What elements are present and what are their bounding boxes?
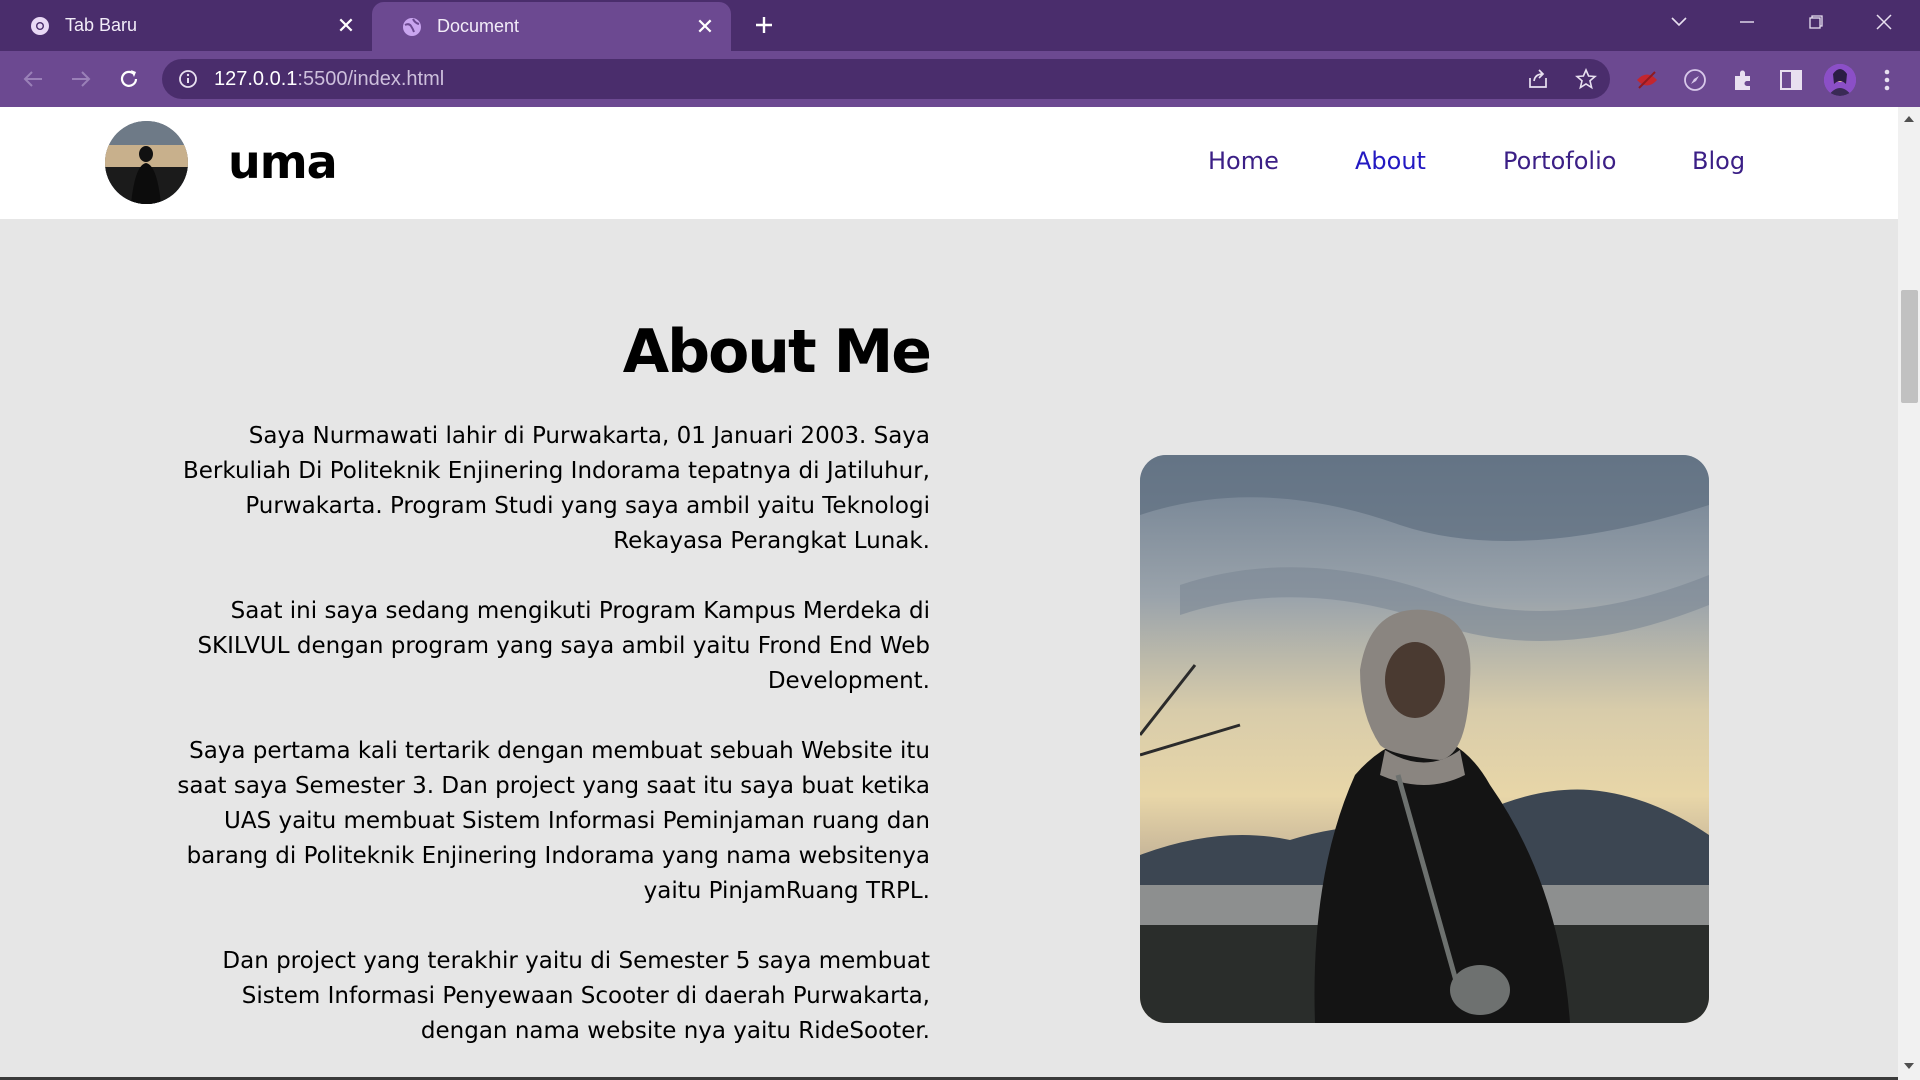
share-icon[interactable]	[1527, 68, 1549, 90]
tab-title: Document	[437, 16, 520, 36]
close-icon	[1876, 14, 1892, 30]
scroll-up-icon[interactable]	[1904, 115, 1914, 123]
minimize-icon	[1740, 21, 1754, 23]
about-paragraph: Dan project yang terakhir yaitu di Semes…	[222, 948, 930, 1044]
arrow-right-icon	[72, 71, 91, 87]
about-paragraph: Saya pertama kali tertarik dengan membua…	[177, 738, 930, 904]
new-tab-button[interactable]	[748, 9, 780, 41]
profile-photo	[1140, 455, 1709, 1023]
chevron-down-icon	[1671, 17, 1687, 27]
nav-home[interactable]: Home	[1208, 147, 1279, 175]
forward-button[interactable]	[64, 62, 98, 96]
site-logo[interactable]: uma	[228, 135, 338, 189]
browser-toolbar: 127.0.0.1:5500/index.html	[0, 51, 1920, 107]
minimize-button[interactable]	[1713, 0, 1781, 44]
close-window-button[interactable]	[1850, 0, 1918, 44]
tab-search-button[interactable]	[1645, 0, 1713, 44]
url-host: 127.0.0.1	[214, 68, 298, 90]
close-tab-icon[interactable]: ✕	[332, 12, 360, 40]
about-title: About Me	[622, 317, 932, 387]
menu-kebab-icon[interactable]	[1874, 67, 1900, 93]
compass-icon[interactable]	[1682, 67, 1708, 93]
url-path: :5500/index.html	[297, 68, 445, 90]
reload-icon	[120, 70, 138, 87]
star-icon[interactable]	[1575, 68, 1597, 90]
url-text[interactable]: 127.0.0.1:5500/index.html	[214, 68, 444, 91]
address-bar[interactable]: 127.0.0.1:5500/index.html	[162, 59, 1610, 99]
restore-icon	[1809, 15, 1823, 29]
sidebar-icon[interactable]	[1778, 67, 1804, 93]
nav-blog[interactable]: Blog	[1692, 147, 1745, 175]
info-icon[interactable]	[178, 69, 198, 89]
about-paragraph: Saya Nurmawati lahir di Purwakarta, 01 J…	[182, 423, 930, 554]
site-header: uma Home About Portofolio Blog	[0, 107, 1898, 219]
puzzle-icon[interactable]	[1730, 67, 1756, 93]
tab-title: Tab Baru	[65, 15, 138, 35]
arrow-left-icon	[23, 71, 42, 87]
back-button[interactable]	[16, 62, 50, 96]
close-tab-icon[interactable]: ✕	[691, 13, 719, 41]
about-paragraph: Saat ini saya sedang mengikuti Program K…	[197, 598, 930, 694]
globe-icon	[402, 17, 422, 37]
scroll-thumb[interactable]	[1901, 290, 1918, 403]
extension-red-icon[interactable]	[1634, 67, 1660, 93]
scroll-down-icon[interactable]	[1904, 1062, 1914, 1070]
plus-icon	[756, 17, 772, 33]
tab-document[interactable]: Document ✕	[372, 2, 731, 51]
profile-photo-thumbnail	[105, 121, 188, 204]
nav-about[interactable]: About	[1355, 147, 1426, 175]
profile-avatar[interactable]	[1824, 64, 1856, 96]
page-viewport: uma Home About Portofolio Blog About Me …	[0, 107, 1898, 1080]
vertical-scrollbar[interactable]	[1898, 107, 1920, 1080]
browser-tabstrip: Tab Baru ✕ Document ✕	[0, 0, 1920, 51]
reload-button[interactable]	[112, 62, 146, 96]
nav-portofolio[interactable]: Portofolio	[1503, 147, 1616, 175]
tab-tab-baru[interactable]: Tab Baru ✕	[0, 0, 372, 51]
site-avatar	[105, 121, 188, 204]
chrome-icon	[30, 16, 50, 36]
restore-button[interactable]	[1782, 0, 1850, 44]
